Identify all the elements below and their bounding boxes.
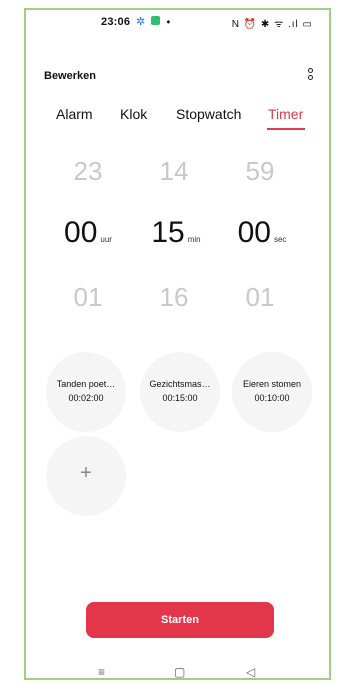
preset-name: Gezichtsmas… (149, 379, 211, 389)
location-pin-icon: ⬩ (166, 16, 171, 28)
hours-unit: uur (100, 235, 112, 244)
minutes-value: 15 (151, 216, 185, 249)
seconds-unit: sec (273, 235, 287, 244)
settings-gear-icon: ✲ (136, 16, 146, 28)
tab-bar: Alarm Klok Stopwatch Timer (26, 106, 329, 134)
preset-time: 00:02:00 (68, 393, 104, 403)
status-left-icons: ✲ ⬩ (136, 15, 173, 29)
tab-active-indicator (267, 128, 305, 130)
minutes-wheel[interactable]: 15 min (136, 216, 216, 250)
seconds-prev[interactable]: 59 (220, 156, 300, 187)
status-bar: 23:06 ✲ ⬩ N ⏰ ✱ ᯤ .ıl ▭ (26, 10, 329, 34)
preset-time: 00:10:00 (254, 393, 290, 403)
seconds-next[interactable]: 01 (220, 282, 300, 313)
hours-next[interactable]: 01 (48, 282, 128, 313)
hours-wheel[interactable]: 00 uur (48, 216, 128, 250)
back-icon[interactable]: ◁ (246, 665, 255, 679)
system-nav-bar: ≡ ▢ ◁ (26, 665, 329, 681)
start-button[interactable]: Starten (86, 602, 274, 638)
seconds-value: 00 (237, 216, 271, 249)
timer-presets: Tanden poet… 00:02:00 Gezichtsmas… 00:15… (26, 348, 329, 438)
preset-name: Eieren stomen (242, 379, 302, 389)
home-icon[interactable]: ▢ (174, 665, 185, 679)
top-bar: Bewerken (44, 68, 315, 90)
status-right-icons: N ⏰ ✱ ᯤ .ıl ▭ (231, 19, 313, 30)
edit-button[interactable]: Bewerken (44, 70, 96, 82)
tab-timer[interactable]: Timer (268, 106, 303, 122)
preset-tanden-poetsen[interactable]: Tanden poet… 00:02:00 (46, 352, 126, 432)
minutes-prev[interactable]: 14 (134, 156, 214, 187)
preset-eieren-stomen[interactable]: Eieren stomen 00:10:00 (232, 352, 312, 432)
tab-stopwatch[interactable]: Stopwatch (176, 106, 241, 122)
phone-frame: 23:06 ✲ ⬩ N ⏰ ✱ ᯤ .ıl ▭ Bewerken Alarm K… (24, 8, 331, 680)
more-options-icon[interactable] (305, 66, 315, 88)
preset-time: 00:15:00 (162, 393, 198, 403)
plus-icon: + (80, 462, 92, 484)
hours-prev[interactable]: 23 (48, 156, 128, 187)
hours-value: 00 (64, 216, 98, 249)
tab-alarm[interactable]: Alarm (56, 106, 93, 122)
status-time: 23:06 (101, 16, 131, 28)
minutes-unit: min (187, 235, 201, 244)
add-preset-button[interactable]: + (46, 436, 126, 516)
seconds-wheel[interactable]: 00 sec (222, 216, 302, 250)
preset-gezichtsmasker[interactable]: Gezichtsmas… 00:15:00 (140, 352, 220, 432)
preset-name: Tanden poet… (56, 379, 116, 389)
minutes-next[interactable]: 16 (134, 282, 214, 313)
menu-icon[interactable]: ≡ (98, 665, 105, 679)
time-picker[interactable]: 23 00 uur 01 14 15 min 16 59 00 sec 01 (26, 150, 329, 330)
app-notification-icon (151, 16, 161, 25)
tab-klok[interactable]: Klok (120, 106, 147, 122)
